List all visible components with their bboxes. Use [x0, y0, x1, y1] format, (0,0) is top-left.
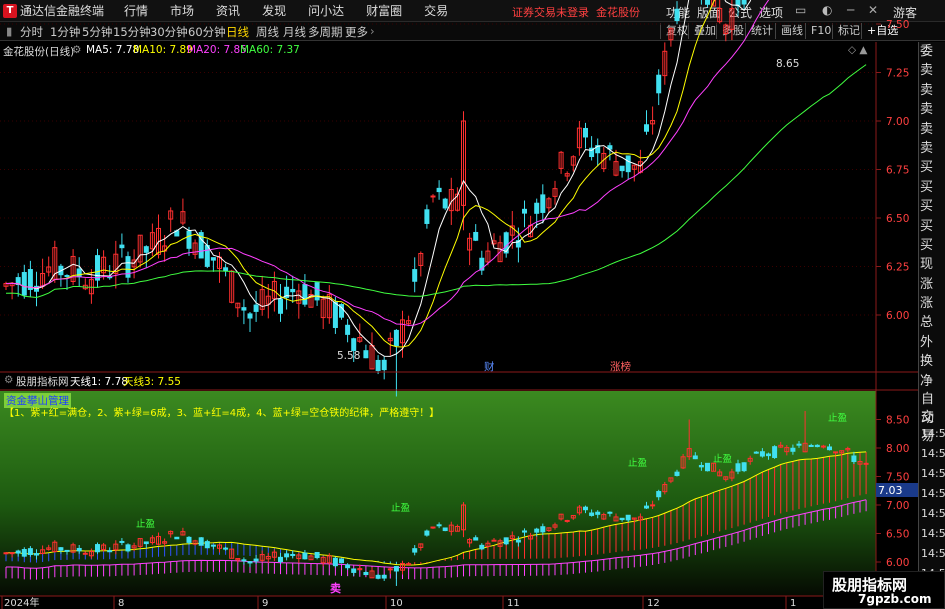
ind-tick-1: 8.00 [886, 443, 909, 455]
ma20-label: MA20: 7.85 [187, 44, 247, 56]
price-tick-4: 7.50 [886, 19, 909, 31]
ind-tick-3: 7.00 [886, 500, 909, 512]
price-tick-5: 7.25 [886, 68, 909, 80]
event-cai[interactable]: 财 [484, 359, 495, 374]
sidebar-item-7[interactable]: 买二 [919, 178, 945, 197]
price-axis: 8.508.258.007.757.507.257.006.756.506.25… [876, 19, 909, 322]
trade-time-1: 14:56 [921, 447, 945, 460]
collapse-icon[interactable]: ◇ ▲ [848, 44, 868, 56]
event-zhangbang[interactable]: 涨榜 [610, 359, 631, 374]
sidebar-item-5[interactable]: 卖一 [919, 139, 945, 158]
price-tick-9: 6.25 [886, 262, 909, 274]
current-value: 7.03 [878, 484, 903, 497]
watermark: 股朋指标网 7gpzb.com [823, 571, 945, 609]
tp-label-2: 止盈 [713, 454, 733, 465]
ind-tick-5: 6.00 [886, 557, 909, 569]
quote-sidebar: 委比卖五卖四卖三卖二卖一买一买二买三买四买五现价涨跌涨幅总量外盘换手净资收益 [918, 42, 945, 408]
high-label: 8.65 [776, 58, 800, 70]
tp-label-1: 止盈 [628, 458, 648, 469]
price-tick-7: 6.75 [886, 165, 909, 177]
tp-label-5: 止盈 [136, 519, 156, 530]
sidebar-item-9[interactable]: 买四 [919, 217, 945, 236]
trade-time-2: 14:56 [921, 467, 945, 480]
sidebar-item-13[interactable]: 涨幅 [919, 294, 945, 313]
trade-time-5: 14:56 [921, 527, 945, 540]
main-candles [3, 0, 747, 397]
date-tick-3: 10 [390, 598, 403, 609]
price-tick-6: 7.00 [886, 116, 909, 128]
trade-time-4: 14:56 [921, 507, 945, 520]
sidebar-item-10[interactable]: 买五 [919, 236, 945, 255]
sidebar-item-16[interactable]: 换手 [919, 352, 945, 371]
date-tick-6: 1 [790, 598, 796, 609]
sidebar-item-1[interactable]: 卖五 [919, 61, 945, 80]
ma10-label: MA10: 7.89 [133, 44, 193, 56]
sidebar-item-0[interactable]: 委比 [919, 42, 945, 61]
trade-time-0: 14:56 [921, 427, 945, 440]
date-axis: 2024年 8 9 10 11 12 1 [1, 596, 796, 609]
watermark-line2: 7gpzb.com [858, 592, 932, 606]
sidebar-item-4[interactable]: 卖二 [919, 120, 945, 139]
ind-tick-4: 6.50 [886, 529, 909, 541]
sidebar-item-2[interactable]: 卖四 [919, 81, 945, 100]
trade-time-6: 14:56 [921, 547, 945, 560]
sidebar-item-15[interactable]: 外盘 [919, 333, 945, 352]
price-tick-10: 6.00 [886, 310, 909, 322]
indicator-settings-icon[interactable]: ⚙ [4, 374, 13, 386]
sell-label: 卖 [330, 582, 341, 595]
price-tick-8: 6.50 [886, 213, 909, 225]
indicator-rule: 【1、紫+红=满仓，2、紫+绿=6成，3、蓝+红=4成，4、蓝+绿=空仓铁的纪律… [4, 408, 440, 419]
low-label: 5.58 [337, 350, 361, 362]
ind-tick-0: 8.50 [886, 415, 909, 427]
tp-label-3: 止盈 [828, 413, 848, 424]
date-tick-5: 12 [647, 598, 660, 609]
settings-icon[interactable]: ⚙ [72, 44, 81, 56]
ma5-label: MA5: 7.78 [86, 44, 140, 56]
tianxian3-label: 天线3: 7.55 [123, 376, 181, 388]
sidebar-item-3[interactable]: 卖三 [919, 100, 945, 119]
sidebar-item-6[interactable]: 买一 [919, 158, 945, 177]
date-tick-0: 2024年 [4, 596, 39, 609]
chart-title: 金花股份(日线) [3, 46, 75, 58]
tianxian1-label: 天线1: 7.78 [70, 376, 128, 388]
tp-label-4: 止盈 [391, 503, 411, 514]
sidebar-item-14[interactable]: 总量 [919, 313, 945, 332]
date-tick-4: 11 [507, 598, 520, 609]
date-tick-2: 9 [262, 598, 268, 609]
ma60-label: MA60: 7.37 [240, 44, 300, 56]
sidebar-item-11[interactable]: 现价 [919, 255, 945, 274]
indicator-title[interactable]: 股朋指标网 [16, 374, 69, 389]
trade-time-3: 14:56 [921, 487, 945, 500]
sidebar-item-8[interactable]: 买三 [919, 197, 945, 216]
ind-tick-2: 7.50 [886, 472, 909, 484]
date-tick-1: 8 [118, 598, 124, 609]
sidebar-item-12[interactable]: 涨跌 [919, 275, 945, 294]
